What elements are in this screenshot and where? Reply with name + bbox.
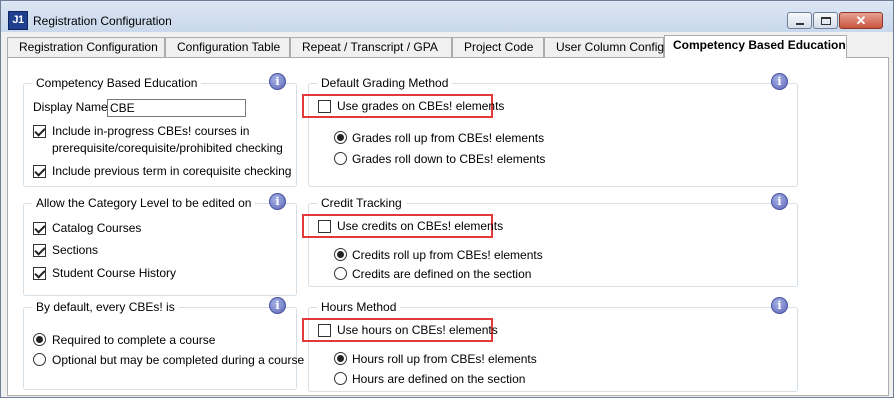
grades-roll-up-label: Grades roll up from CBEs! elements bbox=[352, 131, 545, 145]
hours-roll-up-radio[interactable] bbox=[334, 352, 347, 365]
group-title: Allow the Category Level to be edited on bbox=[32, 196, 256, 210]
tab-registration-configuration[interactable]: Registration Configuration bbox=[7, 37, 165, 57]
tab-user-column-config[interactable]: User Column Config bbox=[544, 37, 664, 57]
include-inprogress-label-line2: prerequisite/corequisite/prohibited chec… bbox=[52, 141, 283, 155]
display-name-label: Display Name: bbox=[33, 100, 112, 114]
minimize-button[interactable] bbox=[787, 12, 812, 29]
maximize-icon bbox=[821, 17, 831, 25]
tab-panel: Competency Based Education i Display Nam… bbox=[7, 57, 889, 396]
include-previous-term-checkbox[interactable] bbox=[33, 165, 46, 178]
hours-defined-radio[interactable] bbox=[334, 372, 347, 385]
app-icon: J1 bbox=[8, 11, 28, 30]
use-grades-checkbox[interactable] bbox=[318, 100, 331, 113]
title-bar: J1 Registration Configuration ✕ bbox=[1, 1, 893, 32]
group-title: Default Grading Method bbox=[317, 76, 453, 90]
grades-roll-down-label: Grades roll down to CBEs! elements bbox=[352, 152, 546, 166]
credits-roll-up-radio[interactable] bbox=[334, 248, 347, 261]
close-icon: ✕ bbox=[855, 13, 867, 28]
group-hours-method: Hours Method i Use hours on CBEs! elemen… bbox=[302, 297, 798, 392]
maximize-button[interactable] bbox=[813, 12, 838, 29]
use-grades-label: Use grades on CBEs! elements bbox=[337, 99, 505, 113]
info-icon[interactable]: i bbox=[771, 73, 788, 90]
group-title: Hours Method bbox=[317, 300, 401, 314]
student-course-history-checkbox[interactable] bbox=[33, 267, 46, 280]
group-default-grading-method: Default Grading Method i Use grades on C… bbox=[302, 73, 798, 187]
use-credits-label: Use credits on CBEs! elements bbox=[337, 219, 504, 233]
grades-roll-up-radio[interactable] bbox=[334, 131, 347, 144]
required-radio[interactable] bbox=[33, 333, 46, 346]
student-course-history-label: Student Course History bbox=[52, 266, 177, 280]
group-category-level: Allow the Category Level to be edited on… bbox=[23, 193, 297, 296]
group-title: By default, every CBEs! is bbox=[32, 300, 179, 314]
display-name-input[interactable] bbox=[107, 99, 246, 117]
info-icon[interactable]: i bbox=[269, 73, 286, 90]
catalog-courses-checkbox[interactable] bbox=[33, 222, 46, 235]
include-inprogress-label: Include in-progress CBEs! courses in bbox=[52, 124, 250, 138]
info-icon[interactable]: i bbox=[771, 193, 788, 210]
credits-roll-up-label: Credits roll up from CBEs! elements bbox=[352, 248, 543, 262]
required-label: Required to complete a course bbox=[52, 333, 216, 347]
optional-radio[interactable] bbox=[33, 353, 46, 366]
minimize-icon bbox=[796, 23, 804, 25]
tab-configuration-table[interactable]: Configuration Table bbox=[165, 37, 290, 57]
group-title: Competency Based Education bbox=[32, 76, 202, 90]
sections-checkbox[interactable] bbox=[33, 244, 46, 257]
group-default-cbe: By default, every CBEs! is i Required to… bbox=[23, 297, 304, 390]
registration-configuration-window: J1 Registration Configuration ✕ Registra… bbox=[0, 0, 894, 398]
use-hours-label: Use hours on CBEs! elements bbox=[337, 323, 498, 337]
group-title: Credit Tracking bbox=[317, 196, 406, 210]
use-credits-checkbox[interactable] bbox=[318, 220, 331, 233]
use-hours-checkbox[interactable] bbox=[318, 324, 331, 337]
grades-roll-down-radio[interactable] bbox=[334, 152, 347, 165]
include-inprogress-checkbox[interactable] bbox=[33, 125, 46, 138]
info-icon[interactable]: i bbox=[269, 297, 286, 314]
tab-strip: Registration Configuration Configuration… bbox=[7, 35, 889, 58]
hours-roll-up-label: Hours roll up from CBEs! elements bbox=[352, 352, 537, 366]
close-button[interactable]: ✕ bbox=[839, 12, 883, 29]
group-credit-tracking: Credit Tracking i Use credits on CBEs! e… bbox=[302, 193, 798, 287]
sections-label: Sections bbox=[52, 243, 99, 257]
credits-defined-label: Credits are defined on the section bbox=[352, 267, 532, 281]
include-previous-term-label: Include previous term in corequisite che… bbox=[52, 164, 292, 178]
tab-project-code[interactable]: Project Code bbox=[452, 37, 544, 57]
hours-defined-label: Hours are defined on the section bbox=[352, 372, 526, 386]
info-icon[interactable]: i bbox=[771, 297, 788, 314]
optional-label: Optional but may be completed during a c… bbox=[52, 353, 305, 367]
tab-repeat-transcript-gpa[interactable]: Repeat / Transcript / GPA bbox=[290, 37, 452, 57]
tab-competency-based-education[interactable]: Competency Based Education bbox=[664, 35, 847, 58]
info-icon[interactable]: i bbox=[269, 193, 286, 210]
credits-defined-radio[interactable] bbox=[334, 267, 347, 280]
window-title: Registration Configuration bbox=[33, 14, 172, 28]
group-competency-based-education: Competency Based Education i Display Nam… bbox=[23, 73, 297, 187]
catalog-courses-label: Catalog Courses bbox=[52, 221, 142, 235]
